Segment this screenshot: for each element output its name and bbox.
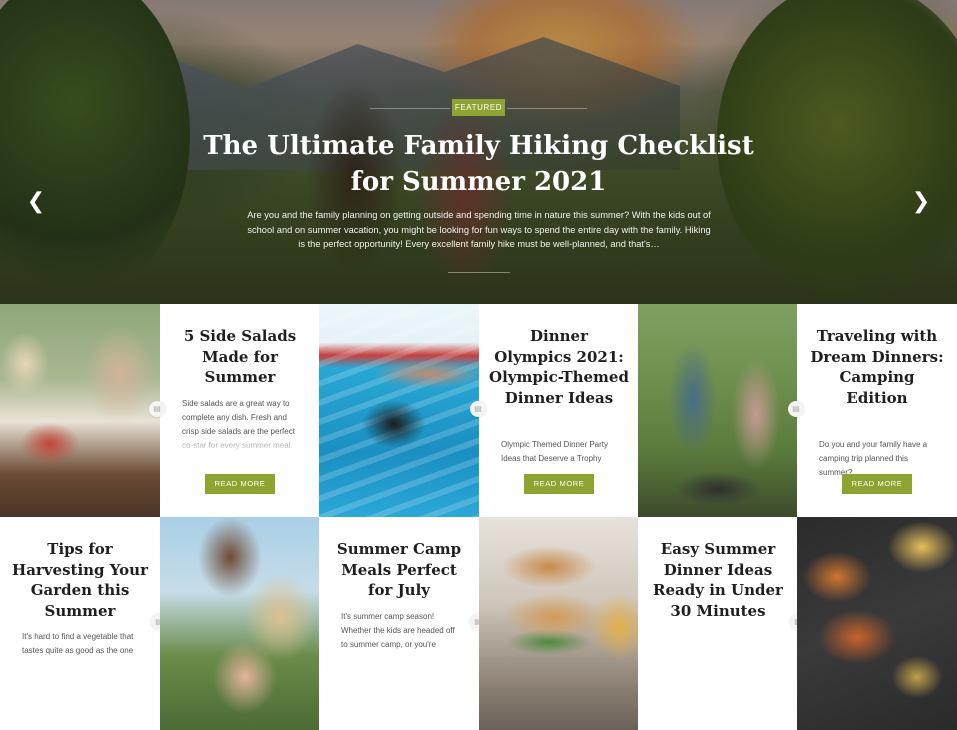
- post-title[interactable]: Dinner Olympics 2021: Olympic-Themed Din…: [489, 326, 629, 408]
- badge-line-right: [507, 108, 587, 109]
- post-title[interactable]: Traveling with Dream Dinners: Camping Ed…: [807, 326, 947, 408]
- post-title[interactable]: Tips for Harvesting Your Garden this Sum…: [10, 539, 150, 621]
- hero-divider: [448, 272, 510, 273]
- post-card: Traveling with Dream Dinners: Camping Ed…: [797, 304, 957, 517]
- post-excerpt: It's hard to find a vegetable that taste…: [22, 630, 140, 688]
- post-image-camping-grill[interactable]: [638, 304, 798, 517]
- hero-excerpt: Are you and the family planning on getti…: [247, 210, 711, 249]
- post-card: Tips for Harvesting Your Garden this Sum…: [0, 517, 160, 730]
- post-title[interactable]: Summer Camp Meals Perfect for July: [329, 539, 469, 601]
- featured-badge[interactable]: FEATURED: [452, 99, 505, 116]
- post-excerpt: [660, 651, 778, 709]
- post-excerpt: It's summer camp season! Whether the kid…: [341, 610, 459, 668]
- post-format-icon: ▤: [470, 401, 486, 417]
- badge-line-left: [370, 108, 450, 109]
- post-image-family-garden[interactable]: [160, 517, 320, 730]
- post-format-icon: ▤: [788, 401, 804, 417]
- post-excerpt: Side salads are a great way to complete …: [182, 397, 300, 455]
- read-more-button[interactable]: READ MORE: [205, 474, 275, 494]
- read-more-button[interactable]: READ MORE: [524, 474, 594, 494]
- post-image-grilled-chicken[interactable]: [797, 517, 957, 730]
- post-image-family-picnic[interactable]: [0, 304, 160, 517]
- read-more-button[interactable]: READ MORE: [842, 474, 912, 494]
- hero-title[interactable]: The Ultimate Family Hiking Checklist for…: [200, 128, 757, 200]
- featured-hero[interactable]: FEATURED The Ultimate Family Hiking Chec…: [0, 0, 957, 304]
- chevron-left-icon[interactable]: ❮: [24, 190, 48, 214]
- post-image-burgers[interactable]: [479, 517, 639, 730]
- post-card: Summer Camp Meals Perfect for July It's …: [319, 517, 479, 730]
- post-card: Dinner Olympics 2021: Olympic-Themed Din…: [479, 304, 639, 517]
- post-format-icon: ▤: [149, 401, 165, 417]
- post-title[interactable]: 5 Side Salads Made for Summer: [170, 326, 310, 388]
- chevron-right-icon[interactable]: ❯: [909, 190, 933, 214]
- post-card: 5 Side Salads Made for Summer Side salad…: [160, 304, 320, 517]
- post-title[interactable]: Easy Summer Dinner Ideas Ready in Under …: [648, 539, 788, 621]
- post-card: Easy Summer Dinner Ideas Ready in Under …: [638, 517, 798, 730]
- post-image-swimmer[interactable]: [319, 304, 479, 517]
